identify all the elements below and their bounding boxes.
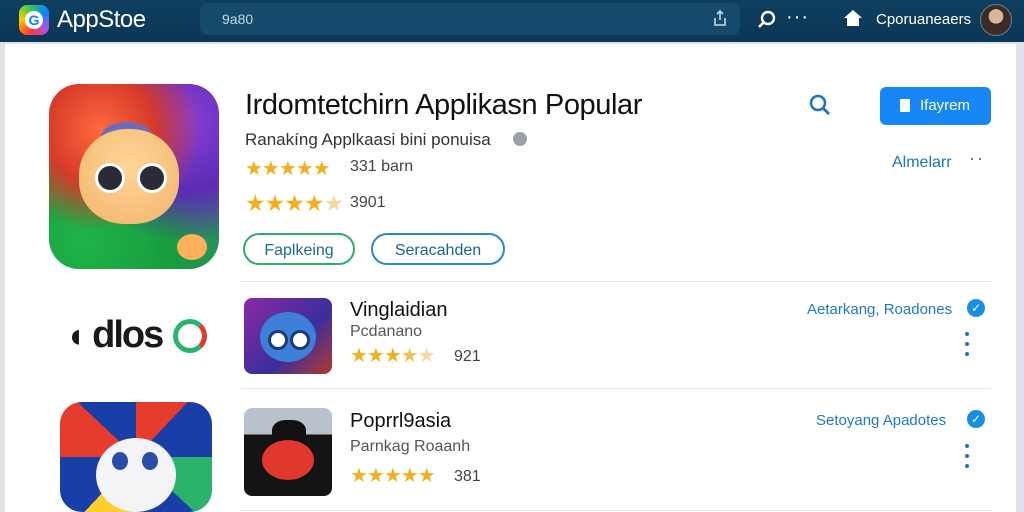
share-icon[interactable] — [714, 10, 726, 26]
verified-check-icon: ✓ — [967, 299, 985, 317]
top-bar: G AppStoe 9a80 ··· Cporuaneaers — [0, 0, 1024, 42]
rating-stars-primary: ★★★★★ — [245, 158, 331, 180]
app-developer: Pcdanano — [350, 323, 423, 340]
featured-app-icon[interactable] — [49, 84, 219, 269]
kebab-menu-icon[interactable] — [965, 444, 969, 474]
avatar[interactable] — [980, 4, 1012, 36]
search-icon[interactable] — [756, 9, 778, 31]
divider — [241, 281, 991, 282]
creature-eye-left — [95, 163, 125, 193]
info-icon[interactable] — [513, 132, 527, 146]
account-label[interactable]: Cporuaneaers — [876, 11, 971, 28]
red-face — [262, 440, 314, 480]
app-name[interactable]: Poprrl9asia — [350, 410, 451, 433]
more-icon[interactable]: ··· — [786, 6, 809, 29]
divider — [241, 510, 991, 511]
app-rating-stars: ★★★★★ — [350, 465, 436, 487]
primary-action-label: Ifayrem — [920, 97, 971, 114]
see-all-link[interactable]: Almelarr — [892, 154, 952, 172]
robot-eye — [268, 330, 288, 350]
app-rating-count: 921 — [454, 348, 481, 365]
app-developer: Parnkag Roaanh — [350, 438, 471, 455]
app-title: AppStoe — [57, 6, 146, 33]
app-icon[interactable] — [244, 298, 332, 374]
divider — [241, 388, 991, 389]
search-query: 9a80 — [222, 11, 254, 27]
g-icon: G — [25, 11, 43, 29]
app-rating-count: 381 — [454, 468, 481, 485]
kite-face — [96, 438, 176, 512]
brand-logo: ◖ dlos — [65, 314, 164, 357]
search-input[interactable]: 9a80 — [200, 3, 740, 35]
rating-stars-secondary: ★★★★★ — [245, 190, 344, 216]
rating-primary-text: 331 barn — [350, 158, 414, 175]
app-name[interactable]: Vinglaidian — [350, 299, 448, 322]
app-rating-stars: ★★★★★ — [350, 345, 436, 367]
app-icon[interactable] — [244, 408, 332, 496]
search-icon[interactable] — [807, 92, 833, 118]
kite-eye — [112, 452, 128, 470]
home-icon[interactable] — [843, 8, 863, 28]
document-icon — [900, 99, 910, 112]
brand-logo-text: dlos — [92, 314, 164, 356]
page-subtitle: Ranakíng Applkaasi bini ponuisa — [245, 130, 491, 149]
app-category[interactable]: Setoyang Apadotes — [816, 412, 946, 429]
kite-eye — [142, 452, 158, 470]
kebab-menu-icon[interactable] — [965, 332, 969, 362]
rating-secondary-text: 3901 — [350, 194, 386, 211]
ranking-button[interactable]: Faplkeing — [243, 233, 355, 265]
creature-face — [79, 129, 179, 224]
verified-check-icon: ✓ — [967, 410, 985, 428]
kite-app-icon[interactable] — [60, 402, 212, 512]
page-title: Irdomtetchirn Applikasn Popular — [245, 89, 643, 121]
brand-logo-mark-icon: ◖ — [65, 317, 85, 355]
main-panel: Irdomtetchirn Applikasn Popular Ranakíng… — [5, 44, 1016, 512]
brand-ring-icon — [173, 319, 207, 353]
more-icon[interactable]: ·· — [969, 148, 985, 169]
robot-eye — [290, 330, 310, 350]
robot-face — [260, 312, 316, 362]
appstore-logo-icon[interactable]: G — [19, 5, 49, 35]
primary-action-button[interactable]: Ifayrem — [880, 87, 991, 125]
app-category[interactable]: Aetarkang, Roadones — [807, 301, 952, 318]
creature-hand — [177, 234, 207, 260]
creature-eye-right — [137, 163, 167, 193]
search-filter-button[interactable]: Seracahden — [371, 233, 505, 265]
